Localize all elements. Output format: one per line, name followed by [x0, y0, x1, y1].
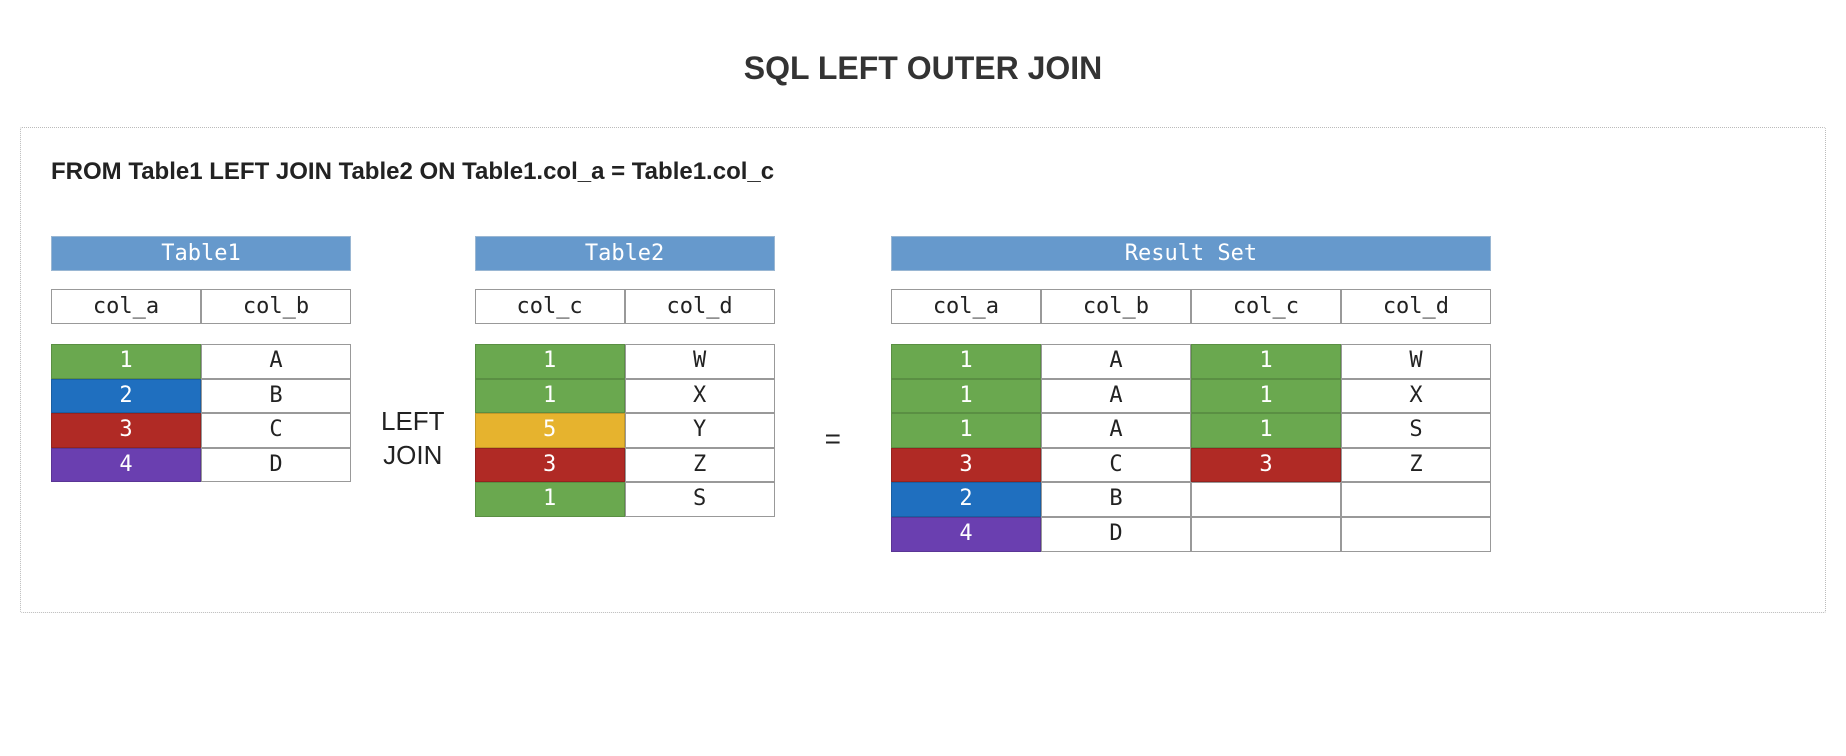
table2: col_c col_d 1 W 1 X 5 Y [475, 289, 775, 517]
cell-col_a: 1 [891, 344, 1041, 379]
table-row: 5 Y [475, 413, 775, 448]
result-header-col_c: col_c [1191, 289, 1341, 324]
cell-col_d: W [1341, 344, 1491, 379]
page-title: SQL LEFT OUTER JOIN [20, 50, 1826, 87]
cell-col_c: 1 [1191, 413, 1341, 448]
table1-title: Table1 [51, 236, 351, 271]
result-table: col_a col_b col_c col_d 1 A 1 W 1 A [891, 289, 1491, 552]
table2-title: Table2 [475, 236, 775, 271]
cell-col_d: X [625, 379, 775, 414]
cell-col_b: B [1041, 482, 1191, 517]
cell-col_a: 1 [51, 344, 201, 379]
result-header-col_b: col_b [1041, 289, 1191, 324]
cell-col_d: Z [1341, 448, 1491, 483]
table-row: 1 X [475, 379, 775, 414]
cell-col_a: 4 [51, 448, 201, 483]
cell-col_a: 2 [51, 379, 201, 414]
cell-col_a: 1 [891, 379, 1041, 414]
tables-row: Table1 col_a col_b 1 A 2 B [51, 236, 1795, 552]
cell-col_c [1191, 482, 1341, 517]
table-row: 1 A 1 X [891, 379, 1491, 414]
cell-col_c: 1 [475, 482, 625, 517]
cell-col_b: D [201, 448, 351, 483]
table2-block: Table2 col_c col_d 1 W 1 X [475, 236, 775, 517]
table-row: 1 A 1 W [891, 344, 1491, 379]
result-header-col_d: col_d [1341, 289, 1491, 324]
result-block: Result Set col_a col_b col_c col_d 1 A 1… [891, 236, 1491, 552]
cell-col_c: 1 [1191, 379, 1341, 414]
cell-col_c: 1 [475, 379, 625, 414]
table1-header-col_a: col_a [51, 289, 201, 324]
cell-col_c: 1 [475, 344, 625, 379]
cell-col_c: 5 [475, 413, 625, 448]
table-row: 4 D [51, 448, 351, 483]
table2-header-col_c: col_c [475, 289, 625, 324]
cell-col_b: C [201, 413, 351, 448]
cell-col_b: A [201, 344, 351, 379]
cell-col_a: 4 [891, 517, 1041, 552]
table-row: 3 C [51, 413, 351, 448]
table2-header-row: col_c col_d [475, 289, 775, 324]
table-row: 1 A [51, 344, 351, 379]
cell-col_d: W [625, 344, 775, 379]
sql-clause: FROM Table1 LEFT JOIN Table2 ON Table1.c… [51, 158, 1795, 186]
cell-col_c [1191, 517, 1341, 552]
cell-col_c: 3 [1191, 448, 1341, 483]
cell-col_d: S [1341, 413, 1491, 448]
table-row: 1 A 1 S [891, 413, 1491, 448]
table-row: 3 C 3 Z [891, 448, 1491, 483]
result-header-col_a: col_a [891, 289, 1041, 324]
cell-col_a: 2 [891, 482, 1041, 517]
cell-col_b: C [1041, 448, 1191, 483]
result-header-row: col_a col_b col_c col_d [891, 289, 1491, 324]
table-row: 4 D [891, 517, 1491, 552]
diagram-page: SQL LEFT OUTER JOIN FROM Table1 LEFT JOI… [0, 0, 1846, 756]
cell-col_d: X [1341, 379, 1491, 414]
cell-col_c: 1 [1191, 344, 1341, 379]
result-title: Result Set [891, 236, 1491, 271]
cell-col_b: A [1041, 344, 1191, 379]
cell-col_a: 1 [891, 413, 1041, 448]
cell-col_b: A [1041, 413, 1191, 448]
cell-col_d: Z [625, 448, 775, 483]
table1-header-col_b: col_b [201, 289, 351, 324]
cell-col_a: 3 [891, 448, 1041, 483]
cell-col_d [1341, 482, 1491, 517]
table-row: 1 W [475, 344, 775, 379]
table-row: 1 S [475, 482, 775, 517]
equals-label: = [775, 421, 891, 457]
table-row: 2 B [51, 379, 351, 414]
cell-col_a: 3 [51, 413, 201, 448]
table1-block: Table1 col_a col_b 1 A 2 B [51, 236, 351, 482]
cell-col_d: S [625, 482, 775, 517]
table-row: 2 B [891, 482, 1491, 517]
table1-header-row: col_a col_b [51, 289, 351, 324]
cell-col_b: B [201, 379, 351, 414]
cell-col_b: A [1041, 379, 1191, 414]
cell-col_d: Y [625, 413, 775, 448]
cell-col_d [1341, 517, 1491, 552]
diagram-panel: FROM Table1 LEFT JOIN Table2 ON Table1.c… [20, 127, 1826, 613]
cell-col_c: 3 [475, 448, 625, 483]
cell-col_b: D [1041, 517, 1191, 552]
table2-header-col_d: col_d [625, 289, 775, 324]
table1: col_a col_b 1 A 2 B 3 C [51, 289, 351, 482]
table-row: 3 Z [475, 448, 775, 483]
left-join-label: LEFT JOIN [351, 405, 475, 473]
